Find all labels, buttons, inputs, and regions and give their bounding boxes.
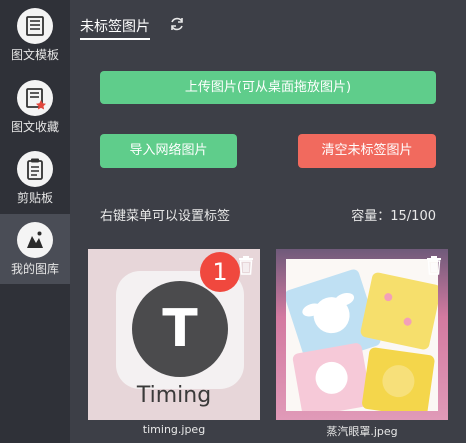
template-icon <box>17 8 53 44</box>
gallery-icon <box>17 222 53 258</box>
sidebar-item-label: 图文收藏 <box>10 120 59 134</box>
sidebar-item-gallery[interactable]: 我的图库 <box>0 214 70 284</box>
clear-untagged-images-button[interactable]: 清空未标签图片 <box>298 134 436 168</box>
image-caption: 蒸汽眼罩.jpeg <box>326 425 398 438</box>
active-tab-indicator <box>80 38 150 40</box>
notification-badge: 1 <box>200 252 240 292</box>
import-web-images-button[interactable]: 导入网络图片 <box>100 134 237 168</box>
app-logo: T <box>132 281 228 377</box>
sidebar: 图文模板 图文收藏 剪贴板 我的图库 <box>0 0 70 443</box>
image-card-timing[interactable]: T Timing 1 <box>88 249 260 420</box>
favorites-icon <box>17 80 53 116</box>
product-photo <box>284 259 441 417</box>
image-card-eye-mask[interactable] <box>276 249 448 420</box>
image-caption: timing.jpeg <box>142 423 206 436</box>
app-name: Timing <box>136 383 212 408</box>
storage-capacity: 容量：15/100 <box>351 209 436 224</box>
tagging-hint: 右键菜单可以设置标签 <box>100 209 231 224</box>
sidebar-item-label: 图文模板 <box>10 48 59 62</box>
refresh-icon[interactable] <box>169 16 185 32</box>
sidebar-item-label: 剪贴板 <box>16 191 53 205</box>
trash-icon[interactable] <box>237 255 255 275</box>
tab-untagged-images[interactable]: 未标签图片 <box>80 16 150 36</box>
sidebar-item-label: 我的图库 <box>10 262 59 276</box>
trash-icon[interactable] <box>425 255 443 275</box>
sidebar-item-favorites[interactable]: 图文收藏 <box>0 72 70 142</box>
sidebar-item-templates[interactable]: 图文模板 <box>0 0 70 70</box>
upload-images-button[interactable]: 上传图片(可从桌面拖放图片) <box>100 71 436 104</box>
sidebar-item-clipboard[interactable]: 剪贴板 <box>0 143 70 213</box>
clipboard-icon <box>17 151 53 187</box>
